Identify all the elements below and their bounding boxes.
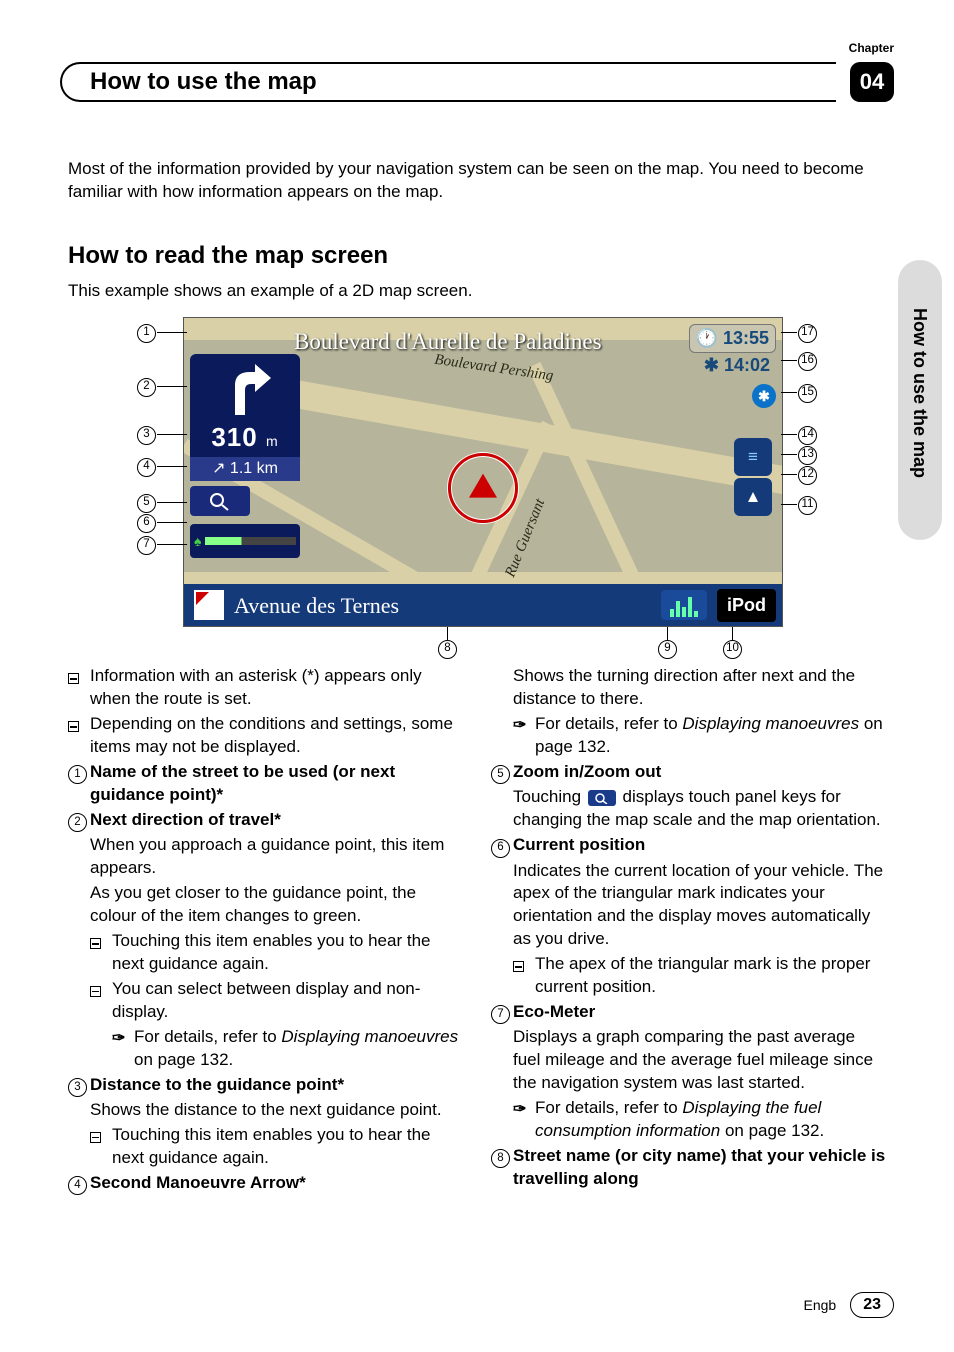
current-street-label: Avenue des Ternes xyxy=(234,591,661,621)
clock-arrival-time: ✱ 14:02 xyxy=(698,352,776,378)
item-6-b1: The apex of the triangular mark is the p… xyxy=(535,953,886,999)
item-4-ref: For details, refer to Displaying manoeuv… xyxy=(535,713,886,759)
callout-7: 7 xyxy=(137,535,156,554)
side-tab: How to use the map xyxy=(898,260,942,540)
zoom-touch-icon xyxy=(588,790,616,806)
callout-2: 2 xyxy=(137,377,156,396)
eco-meter: ♠ xyxy=(190,524,300,558)
note-conditions: Depending on the conditions and settings… xyxy=(90,713,463,759)
top-street-label: Boulevard d'Aurelle de Paladines xyxy=(294,326,647,357)
bullet-icon xyxy=(90,986,101,997)
intro-paragraph: Most of the information provided by your… xyxy=(68,158,886,204)
footer-lang: Engb xyxy=(804,1296,837,1315)
item-5-heading: Zoom in/Zoom out xyxy=(513,762,661,781)
item-4-cont: Shows the turning direction after next a… xyxy=(513,665,886,711)
zoom-button[interactable] xyxy=(190,486,250,516)
marker-4: 4 xyxy=(68,1176,87,1195)
callout-5: 5 xyxy=(137,493,156,512)
marker-2: 2 xyxy=(68,813,87,832)
page-number: 23 xyxy=(850,1292,894,1318)
reference-icon: ✑ xyxy=(112,1030,125,1047)
callout-12: 12 xyxy=(798,465,817,484)
item-2-heading: Next direction of travel* xyxy=(90,810,281,829)
item-8-heading: Street name (or city name) that your veh… xyxy=(513,1146,885,1188)
turn-guidance-box: 310 m ↗ 1.1 km xyxy=(190,354,300,474)
item-7-heading: Eco-Meter xyxy=(513,1002,595,1021)
map-control-2[interactable]: ▲ xyxy=(734,478,772,516)
callout-11: 11 xyxy=(798,495,817,514)
page-footer: Engb 23 xyxy=(804,1292,895,1318)
page-title: How to use the map xyxy=(90,66,317,98)
map-figure: Boulevard Pershing Rue Guersant Boulevar… xyxy=(137,317,817,657)
chapter-number-badge: 04 xyxy=(850,62,894,102)
item-1-heading: Name of the street to be used (or next g… xyxy=(90,762,395,804)
item-7-p: Displays a graph comparing the past aver… xyxy=(513,1026,886,1095)
bullet-icon xyxy=(513,961,524,972)
item-4-heading: Second Manoeuvre Arrow* xyxy=(90,1173,306,1192)
current-position-marker xyxy=(448,453,518,523)
callout-17: 17 xyxy=(798,323,817,342)
item-7-ref: For details, refer to Displaying the fue… xyxy=(535,1097,886,1143)
item-2-p2: As you get closer to the guidance point,… xyxy=(90,882,463,928)
callout-6: 6 xyxy=(137,513,156,532)
item-2-b2: You can select between display and non-d… xyxy=(112,978,463,1024)
flag-icon xyxy=(194,590,224,620)
section-heading: How to read the map screen xyxy=(68,240,886,272)
marker-6: 6 xyxy=(491,839,510,858)
item-2-ref: For details, refer to Displaying manoeuv… xyxy=(134,1026,463,1072)
item-3-heading: Distance to the guidance point* xyxy=(90,1075,344,1094)
bluetooth-icon: ✱ xyxy=(752,384,776,408)
audio-eq-icon xyxy=(661,590,707,620)
marker-7: 7 xyxy=(491,1005,510,1024)
chapter-label: Chapter xyxy=(849,40,894,56)
callout-9: 9 xyxy=(658,639,677,658)
item-2-p1: When you approach a guidance point, this… xyxy=(90,834,463,880)
second-distance: ↗ 1.1 km xyxy=(190,457,300,481)
callout-4: 4 xyxy=(137,457,156,476)
callout-1: 1 xyxy=(137,323,156,342)
map-screenshot: Boulevard Pershing Rue Guersant Boulevar… xyxy=(183,317,783,627)
turn-arrow-icon xyxy=(215,360,275,420)
distance-to-point: 310 m xyxy=(190,420,300,455)
leaf-icon: ♠ xyxy=(194,532,201,551)
item-2-b1: Touching this item enables you to hear t… xyxy=(112,930,463,976)
bullet-icon xyxy=(90,1132,101,1143)
callout-8: 8 xyxy=(438,639,457,658)
callout-16: 16 xyxy=(798,351,817,370)
side-tab-label: How to use the map xyxy=(908,308,932,478)
marker-5: 5 xyxy=(491,765,510,784)
bullet-icon xyxy=(68,673,79,684)
item-6-p: Indicates the current location of your v… xyxy=(513,860,886,952)
bullet-icon xyxy=(68,721,79,732)
marker-3: 3 xyxy=(68,1078,87,1097)
body-columns: Information with an asterisk (*) appears… xyxy=(68,665,886,1197)
callout-14: 14 xyxy=(798,425,817,444)
ipod-badge: iPod xyxy=(717,589,776,621)
callout-15: 15 xyxy=(798,383,817,402)
marker-1: 1 xyxy=(68,765,87,784)
callout-3: 3 xyxy=(137,425,156,444)
marker-8: 8 xyxy=(491,1149,510,1168)
item-3-p: Shows the distance to the next guidance … xyxy=(90,1099,463,1122)
item-6-heading: Current position xyxy=(513,835,645,854)
note-asterisk: Information with an asterisk (*) appears… xyxy=(90,665,463,711)
item-3-b1: Touching this item enables you to hear t… xyxy=(112,1124,463,1170)
right-column: Shows the turning direction after next a… xyxy=(491,665,886,1197)
left-column: Information with an asterisk (*) appears… xyxy=(68,665,463,1197)
section-subtext: This example shows an example of a 2D ma… xyxy=(68,280,886,303)
clock-current-time: 🕐 13:55 xyxy=(689,324,776,352)
reference-icon: ✑ xyxy=(513,1101,526,1118)
reference-icon: ✑ xyxy=(513,717,526,734)
bullet-icon xyxy=(90,938,101,949)
bottom-bar: Avenue des Ternes iPod xyxy=(184,584,782,626)
callout-13: 13 xyxy=(798,445,817,464)
chapter-title-capsule: How to use the map xyxy=(60,62,836,102)
item-5-p: Touching displays touch panel keys for c… xyxy=(513,786,886,832)
map-control-1[interactable]: ≡ xyxy=(734,438,772,476)
callout-10: 10 xyxy=(723,639,742,658)
